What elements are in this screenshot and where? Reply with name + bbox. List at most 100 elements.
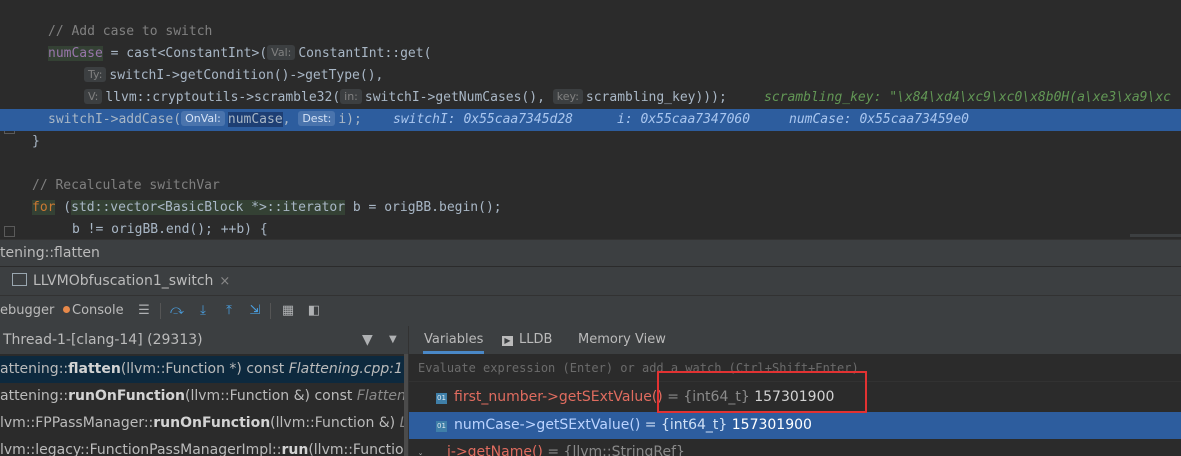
menu-icon[interactable]: ☰ [135,302,153,320]
tab-variables[interactable]: Variables [423,326,485,354]
chevron-down-icon[interactable]: ▼ [389,326,397,354]
param-hint: key: [552,89,583,104]
frame-function: runOnFunction [68,388,186,404]
chevron-down-icon[interactable]: ⌄ [415,448,426,456]
code-text: b != origBB.end(); ++b) { [72,222,268,237]
frame-prefix: lvm::legacy::FunctionPassManagerImpl:: [0,442,282,456]
code-text: ( [55,200,72,215]
param-hint: Val: [267,45,296,60]
current-execution-line[interactable]: switchI->addCase(OnVal: numCase, Dest: i);… [0,109,1181,131]
code-text: ConstantInt::get( [298,46,432,61]
watch-type: {int64_t} [660,417,728,433]
debugger-toolbar: ebugger Console ☰ ⤼ ⤓ ⤒ ⇲ ▦ ◧ [0,295,1181,326]
watch-row[interactable]: 01 numCase->getSExtValue() = {int64_t} 15… [409,412,1181,439]
watch-equals: = [542,444,564,456]
code-line[interactable]: numCase = cast<ConstantInt>(Val: Constant… [0,43,1181,65]
breadcrumb-item[interactable]: tening::flatten [0,245,100,261]
tab-console-label: Console [72,303,124,318]
inline-debug-value: numCase: 0x55caa73459e0 [789,112,970,127]
frame-function: runOnFunction [153,415,271,431]
code-comment: // Recalculate switchVar [32,178,220,193]
code-text: scrambling_key))); [585,90,727,105]
frame-function: run [281,442,309,456]
frame-args: (llvm::Function &) [270,415,400,431]
tab-debug-session[interactable]: LLVMObfuscation1_switch × [8,267,235,298]
code-variable: numCase [48,46,103,61]
frame-args: (llvm::Function *) const [120,361,289,377]
watch-equals: = [640,417,661,433]
tab-label: LLVMObfuscation1_switch [33,273,214,289]
code-text: = cast<ConstantInt>( [102,46,268,61]
inline-debug-value: switchI: 0x55caa7345d28 [393,112,574,127]
thread-selector[interactable]: Thread-1-[clang-14] (29313) ▼ ▼ [0,326,408,354]
stack-frame[interactable]: attening::runOnFunction(llvm::Function &… [0,383,408,410]
frames-panel: Thread-1-[clang-14] (29313) ▼ ▼ attening… [0,326,409,456]
code-editor[interactable]: // Add case to switch numCase = cast<Con… [0,0,1181,237]
int-value-icon: 01 [436,393,447,404]
frame-prefix: attening:: [0,361,69,377]
tab-debugger[interactable]: ebugger [0,296,54,326]
code-line[interactable]: V: llvm::cryptoutils->scramble32(in: switc… [0,87,1181,109]
frame-prefix: lvm::FPPassManager:: [0,415,154,431]
code-type: std::vector<BasicBlock *>::iterator [71,200,346,215]
param-hint: in: [340,89,362,104]
code-comment: // Add case to switch [48,24,213,39]
param-hint: Dest: [298,111,336,126]
param-hint: Ty: [84,67,107,82]
filter-icon[interactable]: ▼ [362,326,373,354]
int-value-icon: 01 [436,421,447,432]
code-text: , [282,112,291,127]
step-out-icon[interactable]: ⤒ [220,302,238,320]
inline-debug-value: i: 0x55caa7347060 [617,112,751,127]
param-hint: OnVal: [181,111,225,126]
breadcrumb[interactable]: tening::flatten [0,239,1181,267]
frame-file: Flattening.cpp:171 [288,361,408,377]
debug-session-tabs: LLVMObfuscation1_switch × [0,266,1181,298]
code-line[interactable]: for (std::vector<BasicBlock *>::iterator… [0,197,1181,219]
code-keyword: for [32,200,56,215]
toolbar-separator [160,303,161,319]
watch-name: first_number->getSExtValue() [454,389,663,405]
tab-memory-view[interactable]: Memory View [578,326,666,354]
code-text: llvm::cryptoutils->scramble32( [105,90,341,105]
code-text: i); [338,112,362,127]
code-line[interactable]: // Recalculate switchVar [0,175,1181,197]
step-over-icon[interactable]: ⤼ [168,302,186,320]
console-icon [63,306,70,313]
close-tab-icon[interactable]: × [219,274,230,289]
code-line[interactable]: } [0,131,1181,153]
param-hint: V: [84,89,103,104]
watch-row[interactable]: ⌄ i->getName() = {llvm::StringRef} [409,439,1181,456]
tab-console[interactable]: Console [63,296,124,326]
watch-value: 157301900 [727,417,812,433]
frames-scrollbar[interactable] [404,354,408,456]
code-line[interactable]: b != origBB.end(); ++b) { [0,219,1181,237]
watch-name: numCase->getSExtValue() [454,417,641,433]
inline-debug-value: scrambling_key: "\x84\xd4\xc9\xc0\x8b0H(… [764,90,1171,105]
tab-lldb[interactable]: ▶ LLDB [502,326,552,354]
stack-frame[interactable]: lvm::legacy::FunctionPassManagerImpl::ru… [0,437,408,456]
frame-function: flatten [68,361,121,377]
run-to-cursor-icon[interactable]: ⇲ [246,302,264,320]
tab-lldb-label: LLDB [519,332,553,347]
evaluate-icon[interactable]: ▦ [279,302,297,320]
watch-type: {llvm::StringRef} [563,444,685,456]
watch-name: i->getName() [447,444,543,456]
thread-label: Thread-1-[clang-14] (29313) [3,332,203,348]
stack-frame[interactable]: attening::flatten(llvm::Function *) cons… [0,356,408,383]
code-line[interactable]: Ty: switchI->getCondition()->getType(), [0,65,1181,87]
stack-frame[interactable]: lvm::FPPassManager::runOnFunction(llvm::… [0,410,408,437]
frame-prefix: attening:: [0,388,69,404]
lldb-icon: ▶ [502,336,513,346]
variables-tabs: Variables ▶ LLDB Memory View [409,326,1181,354]
code-line[interactable]: // Add case to switch [0,21,1181,43]
annotation-highlight-box [657,371,867,413]
editor-scrollbar[interactable] [1130,234,1181,237]
step-into-icon[interactable]: ⤓ [194,302,212,320]
code-text: switchI->getNumCases(), [364,90,545,105]
code-text: b = origBB.begin(); [345,200,502,215]
toolbar-separator [270,303,271,319]
layout-icon[interactable]: ◧ [305,302,323,320]
frame-args: (llvm::Function & [308,442,408,456]
window-icon [12,273,27,286]
